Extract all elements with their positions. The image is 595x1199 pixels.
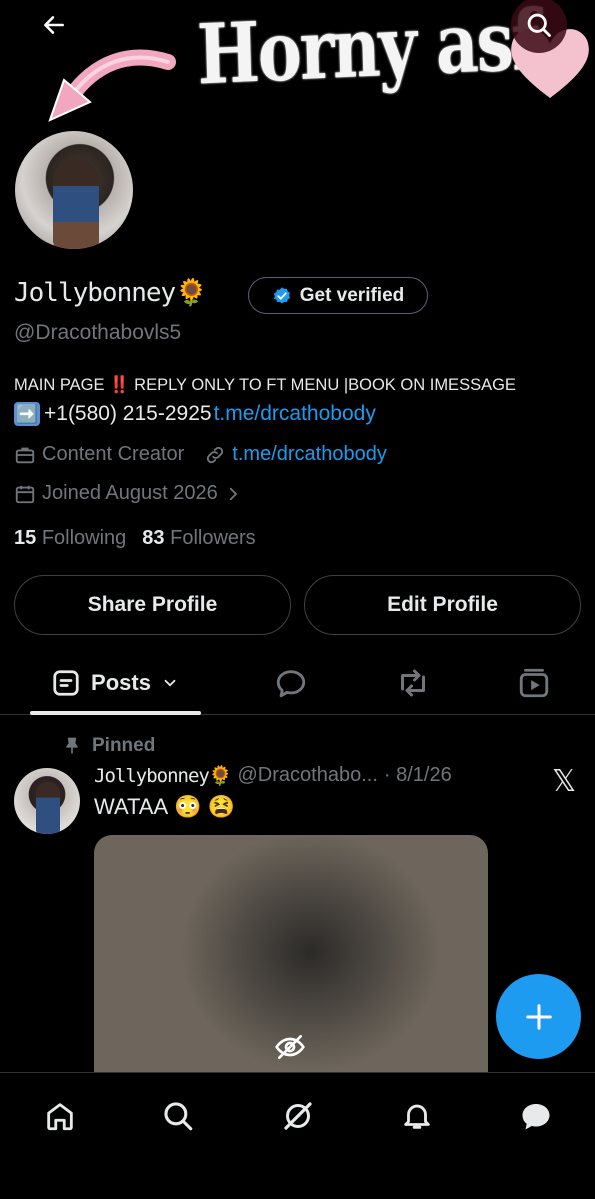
nav-search[interactable] (153, 1091, 203, 1141)
joined-row[interactable]: Joined August 2026 (14, 482, 242, 505)
nav-messages[interactable] (511, 1091, 561, 1141)
following-count: 15 (14, 527, 37, 549)
profile-handle: @Dracothabovls5 (14, 321, 182, 344)
profile-website-link[interactable]: t.me/drcathobody (232, 443, 387, 466)
arrow-left-icon (44, 16, 64, 34)
followers-label: Followers (170, 527, 256, 549)
bottom-nav (0, 1072, 595, 1199)
following-link[interactable]: 15 Following (14, 527, 126, 550)
profile-tabs: Posts (0, 655, 595, 715)
chat-bubble-icon (522, 1104, 550, 1130)
video-icon (519, 668, 549, 698)
tab-replies[interactable] (266, 655, 316, 711)
get-verified-button[interactable]: Get verified (248, 277, 428, 314)
reply-bubble-icon (276, 670, 306, 698)
followers-count: 83 (142, 527, 165, 549)
tab-posts-label: Posts (91, 670, 151, 695)
pinned-indicator: Pinned (62, 735, 155, 757)
tab-media[interactable] (509, 655, 559, 711)
post-date: · 8/1/26 (383, 764, 452, 786)
briefcase-icon (15, 447, 35, 463)
tab-posts[interactable]: Posts (30, 655, 200, 711)
get-verified-label: Get verified (299, 284, 405, 306)
active-tab-indicator (30, 711, 201, 715)
verified-badge-icon (273, 286, 290, 304)
tired-face-emoji-icon: 😫 (207, 794, 235, 819)
post-author-name[interactable]: Jollybonney🌻 (94, 764, 232, 787)
bio-line-2: ➡️ +1(580) 215-2925 t.me/drcathobody (14, 402, 376, 426)
profile-category: Content Creator (42, 443, 185, 465)
share-profile-button[interactable]: Share Profile (14, 575, 291, 635)
flushed-face-emoji-icon: 😳 (174, 794, 202, 819)
home-icon (47, 1103, 73, 1131)
joined-date: Joined August 2026 (42, 482, 218, 504)
pinned-label: Pinned (92, 735, 156, 756)
profile-meta-row: Content Creator t.me/drcathobody (14, 443, 387, 466)
banner-text: Horny asf (196, 0, 540, 104)
bell-icon (404, 1104, 430, 1129)
eye-slash-icon (275, 1035, 305, 1059)
profile-avatar[interactable] (12, 128, 136, 252)
bio-phone: +1(580) 215-2925 (44, 402, 212, 425)
bio-line-1: MAIN PAGE ‼️ REPLY ONLY TO FT MENU |BOOK… (14, 376, 516, 394)
nav-home[interactable] (35, 1091, 85, 1141)
banner-arrow-drawing (48, 49, 176, 122)
nav-grok[interactable] (273, 1091, 323, 1141)
post-author-handle[interactable]: @Dracothabo... (238, 764, 378, 787)
chevron-right-icon (229, 487, 237, 500)
x-logo-icon[interactable]: 𝕏 (552, 764, 576, 799)
search-icon (164, 1102, 193, 1131)
compose-button[interactable] (496, 974, 581, 1059)
pin-icon (66, 737, 78, 754)
tab-reposts[interactable] (388, 655, 438, 711)
following-label: Following (41, 527, 127, 549)
profile-name: Jollybonney🌻 (14, 278, 208, 308)
follow-stats: 15 Following 83 Followers (14, 527, 256, 550)
post-media-hidden[interactable] (94, 835, 488, 1095)
post-header: Jollybonney🌻 @Dracothabo... · 8/1/26 (94, 764, 452, 787)
nav-notifications[interactable] (392, 1091, 442, 1141)
followers-link[interactable]: 83 Followers (142, 527, 255, 550)
link-icon (207, 446, 224, 463)
calendar-icon (15, 485, 35, 503)
post-avatar[interactable] (14, 768, 80, 834)
chevron-down-icon (164, 679, 176, 687)
repost-icon (401, 669, 425, 697)
grok-icon (284, 1102, 312, 1130)
right-arrow-emoji-icon: ➡️ (14, 402, 40, 426)
post-text-body: WATAA (94, 794, 169, 819)
bio-link[interactable]: t.me/drcathobody (214, 402, 376, 426)
post-text: WATAA 😳 😫 (94, 794, 235, 820)
posts-icon (53, 670, 79, 696)
search-icon (527, 13, 551, 37)
edit-profile-button[interactable]: Edit Profile (304, 575, 581, 635)
plus-icon (525, 1003, 552, 1030)
